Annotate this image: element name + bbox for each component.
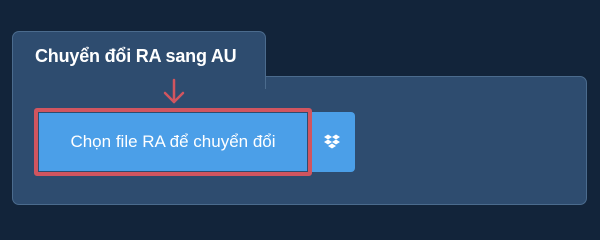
down-arrow-icon xyxy=(163,78,185,104)
dropbox-icon xyxy=(324,134,340,149)
dropbox-button[interactable] xyxy=(309,112,355,172)
converter-tab: Chuyển đổi RA sang AU xyxy=(12,31,266,89)
highlight-frame xyxy=(34,108,312,176)
tab-title: Chuyển đổi RA sang AU xyxy=(35,46,237,66)
